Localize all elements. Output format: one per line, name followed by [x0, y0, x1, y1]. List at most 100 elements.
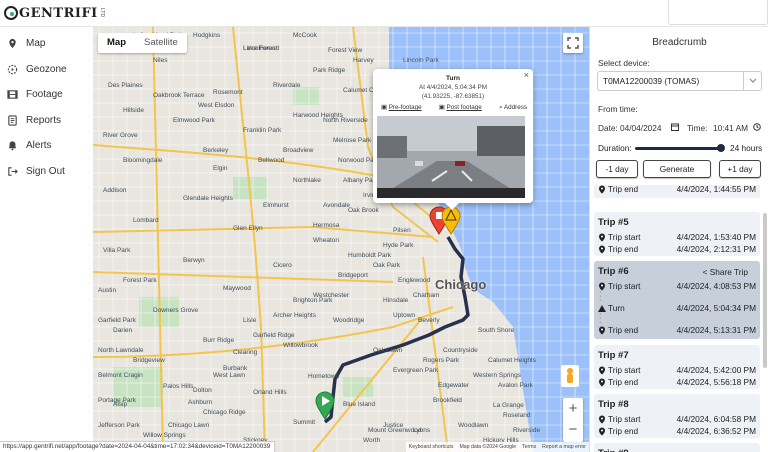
- place-label: Elmhurst: [263, 202, 289, 209]
- trip-row[interactable]: Trip end 4/4/2024, 2:12:31 PM: [598, 244, 756, 255]
- date-input[interactable]: 04/04/2024: [620, 123, 662, 133]
- trip-row[interactable]: Trip end 4/4/2024, 5:13:31 PM: [598, 325, 756, 336]
- place-label: Hinsdale: [383, 297, 409, 304]
- trip-title: Trip #8: [598, 399, 629, 410]
- geozone-icon: [7, 64, 18, 74]
- sidebar-item-alerts[interactable]: Alerts: [0, 133, 93, 159]
- place-label: Glendale Heights: [183, 195, 233, 202]
- place-label: Brighton Park: [293, 297, 333, 304]
- place-label: Melrose Park: [333, 137, 372, 144]
- trip-row[interactable]: Trip start 4/4/2024, 6:04:58 PM: [598, 414, 756, 425]
- trip-row[interactable]: Trip end 4/4/2024, 1:44:55 PM: [598, 185, 756, 195]
- trip-row[interactable]: Trip end 4/4/2024, 5:56:18 PM: [598, 377, 756, 388]
- place-label: Calumet Heights: [488, 357, 537, 364]
- trip-row-label: Trip end: [608, 325, 639, 335]
- generate-button[interactable]: Generate: [643, 160, 711, 178]
- place-label: Broadview: [283, 147, 314, 154]
- share-trip-button[interactable]: < Share Trip: [703, 267, 748, 277]
- trip-card[interactable]: Trip #8 Trip start 4/4/2024, 6:04:58 PM Tri…: [594, 394, 760, 438]
- select-device-label: Select device:: [598, 58, 650, 68]
- place-label: Oak Park: [373, 262, 401, 269]
- place-label: Riverside: [513, 427, 541, 434]
- device-value: T0MA12200039 (TOMAS): [603, 76, 700, 86]
- place-label: Wheaton: [313, 237, 340, 244]
- trip-card[interactable]: Trip #7 Trip start 4/4/2024, 5:42:00 PM Tri…: [594, 345, 760, 389]
- trip-list[interactable]: Trip end 4/4/2024, 1:44:55 PM Trip #5 Trip …: [594, 185, 764, 452]
- video-icon: ▣: [381, 104, 389, 111]
- pre-footage-link[interactable]: ▣ Pre-footage: [381, 104, 422, 112]
- breadcrumb-panel: Breadcrumb Select device: T0MA12200039 (…: [589, 27, 768, 452]
- trip-row[interactable]: Trip start 4/4/2024, 1:53:40 PM: [598, 232, 756, 243]
- place-label: Bridgeview: [133, 357, 165, 364]
- pin-icon: [599, 245, 605, 254]
- trip-row-time: 4/4/2024, 5:04:34 PM: [676, 303, 756, 313]
- trip-row-time: 4/4/2024, 5:42:00 PM: [676, 365, 756, 375]
- place-label: Berkeley: [203, 147, 229, 154]
- sidebar-item-map[interactable]: Map: [0, 31, 93, 57]
- map-type-satellite[interactable]: Satellite: [135, 33, 187, 53]
- trip-row[interactable]: Turn 4/4/2024, 5:04:34 PM: [598, 303, 756, 314]
- place-label: Woodlawn: [458, 422, 489, 429]
- place-label: Dolton: [193, 387, 212, 394]
- time-input[interactable]: 10:41 AM: [713, 123, 748, 133]
- trip-card[interactable]: Trip #9: [594, 443, 760, 452]
- terms-link[interactable]: Terms: [522, 444, 536, 452]
- keyboard-shortcuts-link[interactable]: Keyboard shortcuts: [409, 444, 454, 452]
- sidebar-item-sign-out[interactable]: Sign Out: [0, 159, 93, 185]
- place-label: Lombard: [133, 217, 159, 224]
- map-type-map[interactable]: Map: [98, 33, 135, 53]
- duration-slider-thumb[interactable]: [717, 144, 725, 152]
- place-label: Garfield Ridge: [253, 332, 295, 339]
- address-link[interactable]: ⌕ Address: [499, 104, 527, 112]
- clock-icon[interactable]: [753, 123, 761, 133]
- trip-list-scrollbar[interactable]: [763, 213, 767, 368]
- chevron-down-icon: [743, 72, 761, 90]
- pin-icon: [599, 378, 605, 387]
- place-label: Berwyn: [183, 257, 205, 264]
- popup-coords: (41.93225, -87.63851): [421, 93, 485, 100]
- place-label: Lake Forest: [243, 45, 278, 52]
- place-label: Garfield Park: [98, 317, 136, 324]
- trip-title: Trip #9: [598, 448, 629, 452]
- footage-thumbnail[interactable]: [377, 116, 525, 198]
- trip-row[interactable]: Trip start 4/4/2024, 4:08:53 PM: [598, 281, 756, 292]
- report-error-link[interactable]: Report a map error: [542, 444, 586, 452]
- place-label: Oak Lawn: [373, 347, 403, 354]
- map-type-toggle[interactable]: Map Satellite: [98, 33, 187, 53]
- duration-slider[interactable]: [635, 147, 720, 150]
- trip-row[interactable]: Trip start 4/4/2024, 5:42:00 PM: [598, 365, 756, 376]
- sidebar-item-label: Footage: [26, 89, 63, 101]
- minus-day-button[interactable]: -1 day: [596, 160, 638, 178]
- place-label: Glen Ellyn: [233, 225, 263, 232]
- trip-card[interactable]: Trip #5 Trip start 4/4/2024, 1:53:40 PM Tri…: [594, 212, 760, 256]
- place-label: Worth: [363, 437, 381, 444]
- place-label: Humboldt Park: [348, 252, 391, 259]
- place-label: Burbank: [223, 365, 248, 372]
- device-select[interactable]: T0MA12200039 (TOMAS): [597, 71, 762, 91]
- place-label: Avalon Park: [498, 382, 533, 389]
- city-label: Chicago: [435, 277, 487, 292]
- place-label: Bellwood: [258, 157, 285, 164]
- sidebar-item-footage[interactable]: Footage: [0, 82, 93, 108]
- place-label: Villa Park: [103, 247, 131, 254]
- calendar-icon[interactable]: [671, 123, 679, 133]
- trip-row[interactable]: Trip end 4/4/2024, 6:36:52 PM: [598, 426, 756, 437]
- trip-title: Trip #7: [598, 350, 629, 361]
- pin-icon: [599, 415, 605, 424]
- place-label: West Lawn: [213, 372, 246, 379]
- plus-day-button[interactable]: +1 day: [719, 160, 761, 178]
- zoom-in-button[interactable]: +: [569, 398, 578, 420]
- sidebar-item-reports[interactable]: Reports: [0, 108, 93, 134]
- trip-card[interactable]: Trip end 4/4/2024, 1:44:55 PM: [594, 185, 760, 198]
- sidebar-item-geozone[interactable]: Geozone: [0, 57, 93, 83]
- fullscreen-button[interactable]: [563, 33, 583, 53]
- place-label: Lincoln Park: [403, 57, 439, 64]
- zoom-out-button[interactable]: −: [569, 420, 578, 442]
- map-canvas[interactable]: SkokieLincolnwoodNilesPark RidgeDes Plai…: [93, 27, 589, 452]
- post-footage-link[interactable]: ▣ Post footage: [439, 104, 482, 112]
- top-right-box[interactable]: [668, 0, 768, 25]
- trip-card[interactable]: Trip #6 < Share Trip Trip start 4/4/2024, 4…: [594, 261, 760, 339]
- place-label: Uptown: [393, 312, 416, 319]
- park-area: [343, 377, 373, 397]
- logo[interactable]: GENTRIFI LTD: [4, 3, 105, 23]
